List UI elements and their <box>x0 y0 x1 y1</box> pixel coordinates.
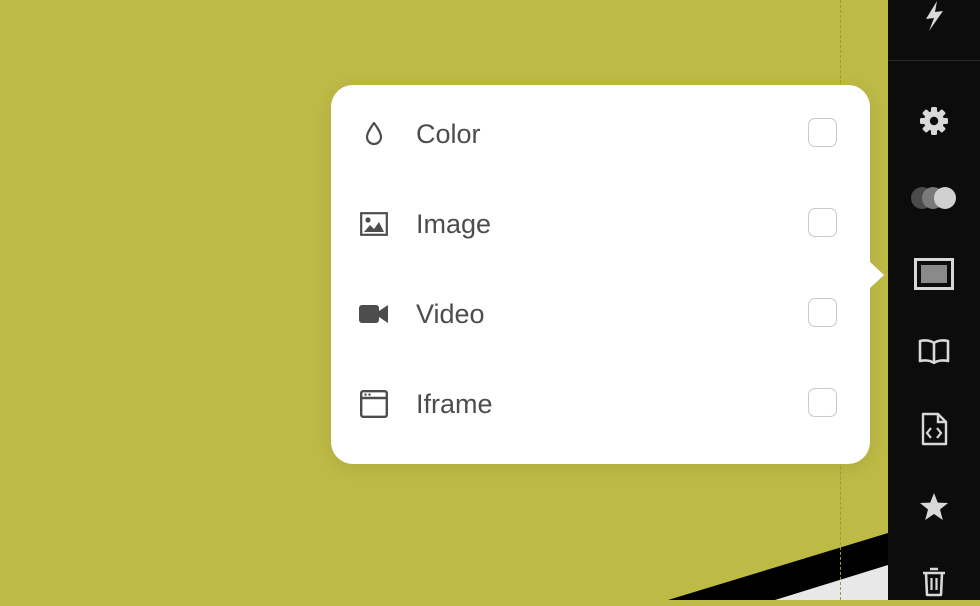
option-checkbox[interactable] <box>808 298 837 327</box>
option-checkbox[interactable] <box>808 388 837 417</box>
option-checkbox[interactable] <box>808 208 837 237</box>
code-file-icon <box>920 412 948 446</box>
option-label: Color <box>416 119 481 149</box>
favorite-button[interactable] <box>888 483 980 531</box>
option-image[interactable]: Image <box>331 179 870 269</box>
code-button[interactable] <box>888 405 980 453</box>
trash-icon <box>922 567 946 597</box>
option-label: Image <box>416 209 492 239</box>
book-icon <box>918 338 950 364</box>
right-toolbar <box>888 0 980 600</box>
popover-arrow <box>869 261 884 289</box>
option-video[interactable]: Video <box>331 269 870 359</box>
option-iframe[interactable]: Iframe <box>331 359 870 449</box>
option-label: Video <box>416 299 485 329</box>
toolbar-divider <box>888 60 980 61</box>
option-label: Iframe <box>416 389 493 419</box>
browser-window-icon <box>358 389 390 419</box>
image-icon <box>358 209 390 239</box>
settings-button[interactable] <box>888 97 980 145</box>
book-button[interactable] <box>888 327 980 375</box>
toggle-button[interactable] <box>888 174 980 222</box>
background-button[interactable] <box>888 250 980 298</box>
toggle-circles-icon <box>909 185 959 211</box>
star-icon <box>919 492 949 522</box>
video-camera-icon <box>358 299 390 329</box>
option-color[interactable]: Color <box>331 89 870 179</box>
gear-icon <box>919 106 949 136</box>
slide-canvas: Color Image Video Iframe <box>0 0 888 600</box>
background-frame-icon <box>914 258 954 290</box>
droplet-icon <box>358 119 390 149</box>
delete-button[interactable] <box>888 558 980 606</box>
lightning-icon <box>919 0 949 33</box>
lightning-button[interactable] <box>888 0 980 40</box>
background-type-popover: Color Image Video Iframe <box>331 85 884 464</box>
option-checkbox[interactable] <box>808 118 837 147</box>
